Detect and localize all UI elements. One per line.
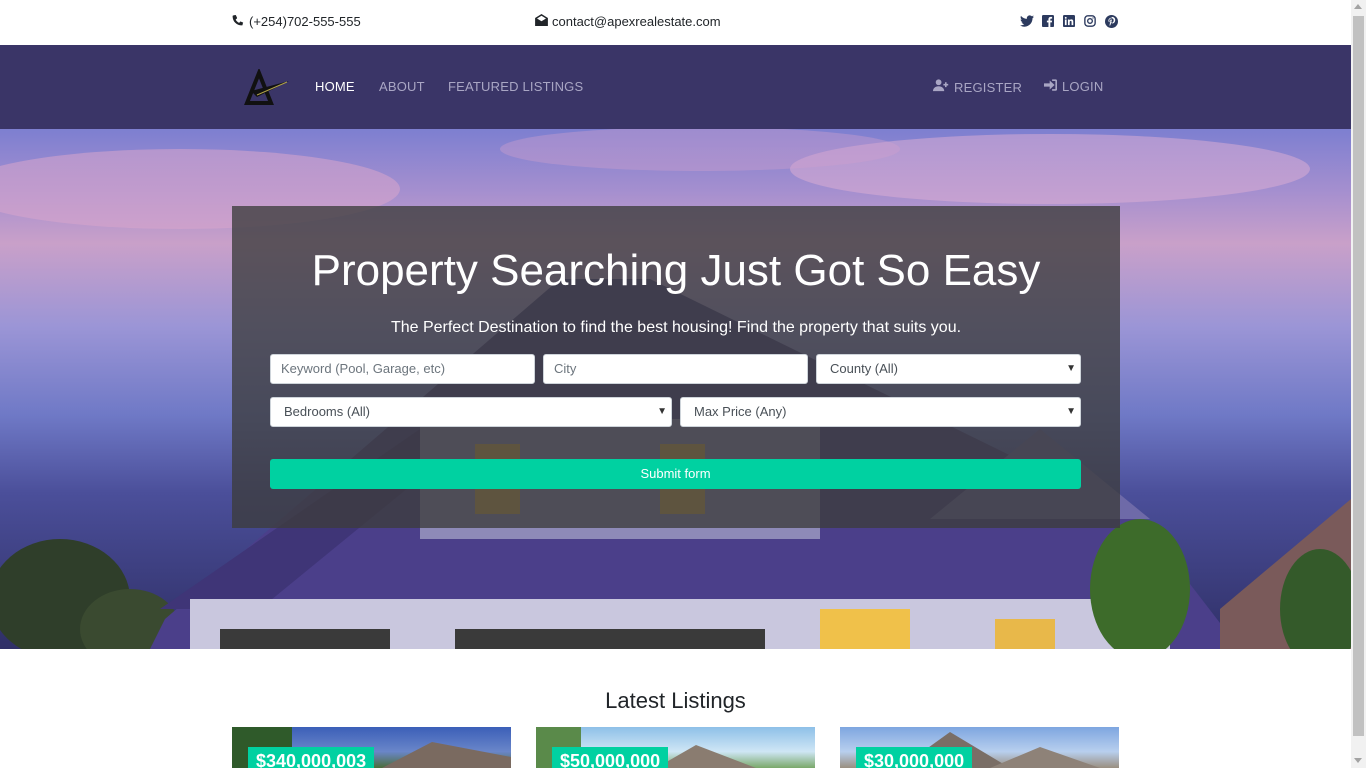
main-navbar: HOME ABOUT FEATURED LISTINGS REGISTER LO…	[0, 45, 1351, 129]
bedrooms-select[interactable]: Bedrooms (All) ▼	[270, 397, 672, 427]
max-price-select[interactable]: Max Price (Any) ▼	[680, 397, 1081, 427]
instagram-icon[interactable]	[1083, 14, 1097, 28]
pinterest-icon[interactable]	[1104, 14, 1118, 28]
email-address[interactable]: contact@apexrealestate.com	[552, 14, 721, 29]
listing-price: $30,000,000	[856, 747, 973, 768]
user-plus-icon	[933, 79, 949, 95]
phone-contact: (+254)702-555-555	[232, 14, 361, 29]
listing-card[interactable]: $340,000,003	[232, 727, 511, 768]
listing-card[interactable]: $30,000,000	[840, 727, 1119, 768]
scrollbar-thumb[interactable]	[1353, 16, 1364, 736]
nav-featured-listings-label: FEATURED LISTINGS	[448, 79, 584, 94]
apex-logo[interactable]	[243, 67, 291, 105]
latest-listings-heading: Latest Listings	[605, 688, 746, 713]
chevron-down-icon: ▼	[657, 406, 667, 417]
phone-icon	[232, 14, 244, 29]
sign-in-icon	[1044, 79, 1057, 94]
max-price-select-value: Max Price (Any)	[694, 404, 787, 419]
nav-about-label: ABOUT	[379, 79, 425, 94]
submit-button[interactable]: Submit form	[270, 459, 1081, 489]
hero-title: Property Searching Just Got So Easy	[311, 246, 1041, 295]
register-label: REGISTER	[954, 79, 1023, 95]
phone-number: (+254)702-555-555	[249, 14, 361, 29]
contact-bar: (+254)702-555-555 contact@apexrealestate…	[0, 0, 1351, 45]
envelope-open-icon	[535, 14, 548, 29]
nav-featured-listings[interactable]: FEATURED LISTINGS	[448, 79, 583, 94]
listing-price: $50,000,000	[552, 747, 669, 768]
scroll-up-icon[interactable]	[1354, 4, 1362, 9]
hero-subtitle: The Perfect Destination to find the best…	[390, 319, 962, 336]
page-scrollbar[interactable]	[1351, 0, 1366, 768]
login-link[interactable]: LOGIN	[1044, 79, 1103, 94]
linkedin-icon[interactable]	[1062, 14, 1076, 28]
keyword-input[interactable]: Keyword (Pool, Garage, etc)	[270, 354, 535, 384]
scroll-down-icon[interactable]	[1354, 758, 1362, 763]
register-link[interactable]: REGISTER	[933, 79, 1022, 95]
property-search-panel: Property Searching Just Got So Easy The …	[232, 206, 1120, 528]
county-select[interactable]: County (All) ▼	[816, 354, 1081, 384]
hero-section: Property Searching Just Got So Easy The …	[0, 129, 1351, 649]
city-input[interactable]: City	[543, 354, 808, 384]
nav-home[interactable]: HOME	[315, 79, 355, 94]
listing-card[interactable]: $50,000,000	[536, 727, 815, 768]
nav-home-label: HOME	[315, 79, 355, 94]
facebook-icon[interactable]	[1041, 14, 1055, 28]
county-select-value: County (All)	[830, 361, 898, 376]
email-contact: contact@apexrealestate.com	[535, 14, 721, 29]
login-label: LOGIN	[1062, 79, 1104, 94]
bedrooms-select-value: Bedrooms (All)	[284, 404, 370, 419]
chevron-down-icon: ▼	[1066, 363, 1076, 374]
chevron-down-icon: ▼	[1066, 406, 1076, 417]
listing-price: $340,000,003	[248, 747, 375, 768]
nav-about[interactable]: ABOUT	[379, 79, 425, 94]
social-links	[1020, 14, 1118, 28]
twitter-icon[interactable]	[1020, 14, 1034, 28]
